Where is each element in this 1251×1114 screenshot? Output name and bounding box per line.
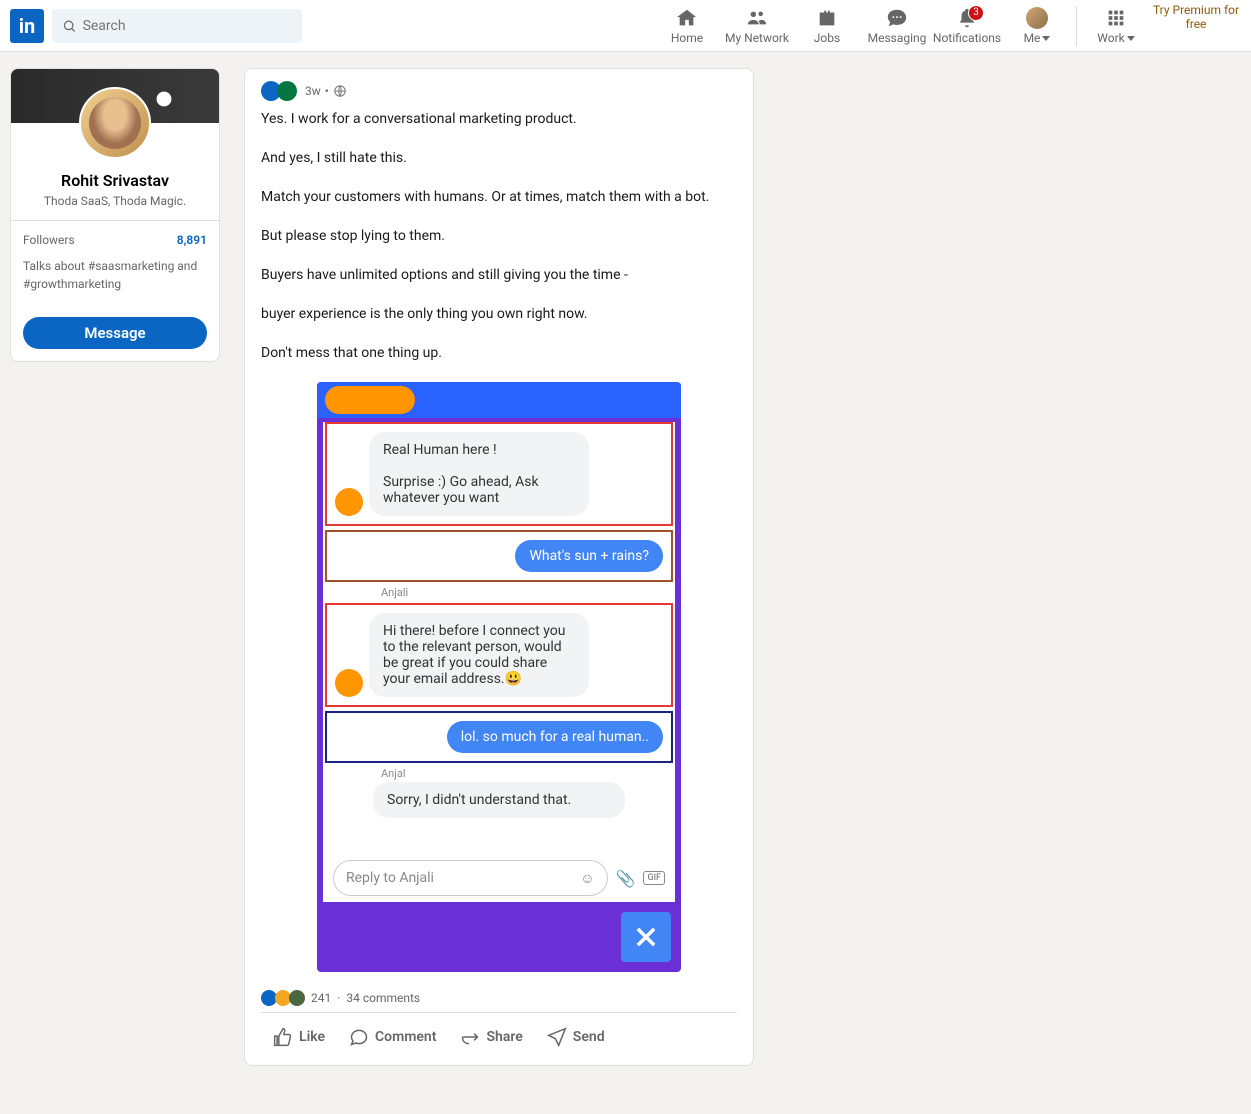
nav-jobs[interactable]: Jobs	[792, 3, 862, 49]
search-box[interactable]	[52, 9, 302, 43]
support-reaction-icon	[289, 990, 305, 1006]
notification-badge: 3	[968, 5, 984, 21]
nav-notifications[interactable]: 3 Notifications	[932, 3, 1002, 49]
like-button[interactable]: Like	[261, 1017, 337, 1057]
reaction-icon	[277, 81, 297, 101]
nav-separator	[1076, 6, 1077, 46]
comment-button[interactable]: Comment	[337, 1017, 448, 1057]
people-icon	[746, 7, 768, 29]
globe-icon	[333, 84, 347, 98]
post-body: Yes. I work for a conversational marketi…	[261, 109, 737, 364]
thumbs-up-icon	[273, 1027, 293, 1047]
post-meta: 3w •	[261, 81, 737, 101]
profile-card: Rohit Srivastav Thoda SaaS, Thoda Magic.…	[10, 68, 220, 362]
post-actions: Like Comment Share Send	[261, 1013, 737, 1061]
search-icon	[62, 18, 77, 34]
nav-home[interactable]: Home	[652, 3, 722, 49]
chevron-down-icon	[1127, 36, 1135, 41]
global-header: in Home My Network Jobs Messaging 3 Noti…	[0, 0, 1251, 52]
engagement-bar[interactable]: 241 · 34 comments	[261, 984, 737, 1013]
send-icon	[547, 1027, 567, 1047]
linkedin-logo[interactable]: in	[10, 9, 44, 43]
premium-link[interactable]: Try Premium for free	[1151, 3, 1241, 49]
nav-work[interactable]: Work	[1081, 3, 1151, 49]
profile-tagline: Thoda SaaS, Thoda Magic.	[11, 194, 219, 208]
search-input[interactable]	[83, 18, 292, 34]
home-icon	[676, 7, 698, 29]
send-button[interactable]: Send	[535, 1017, 617, 1057]
comment-icon	[349, 1027, 369, 1047]
post-card: 3w • Yes. I work for a conversational ma…	[244, 68, 754, 1066]
nav-messaging[interactable]: Messaging	[862, 3, 932, 49]
nav-network[interactable]: My Network	[722, 3, 792, 49]
post-image[interactable]: Real Human here ! Surprise :) Go ahead, …	[317, 382, 681, 972]
nav-me[interactable]: Me	[1002, 3, 1072, 49]
grid-icon	[1105, 7, 1127, 29]
talks-about: Talks about #saasmarketing and #growthma…	[23, 257, 207, 293]
share-button[interactable]: Share	[448, 1017, 534, 1057]
share-icon	[460, 1027, 480, 1047]
message-button[interactable]: Message	[23, 317, 207, 349]
profile-name[interactable]: Rohit Srivastav	[11, 171, 219, 190]
me-avatar	[1026, 7, 1048, 29]
briefcase-icon	[816, 7, 838, 29]
chevron-down-icon	[1042, 36, 1050, 41]
profile-avatar[interactable]	[79, 87, 151, 159]
chat-icon	[886, 7, 908, 29]
followers-stat[interactable]: Followers 8,891	[23, 233, 207, 247]
